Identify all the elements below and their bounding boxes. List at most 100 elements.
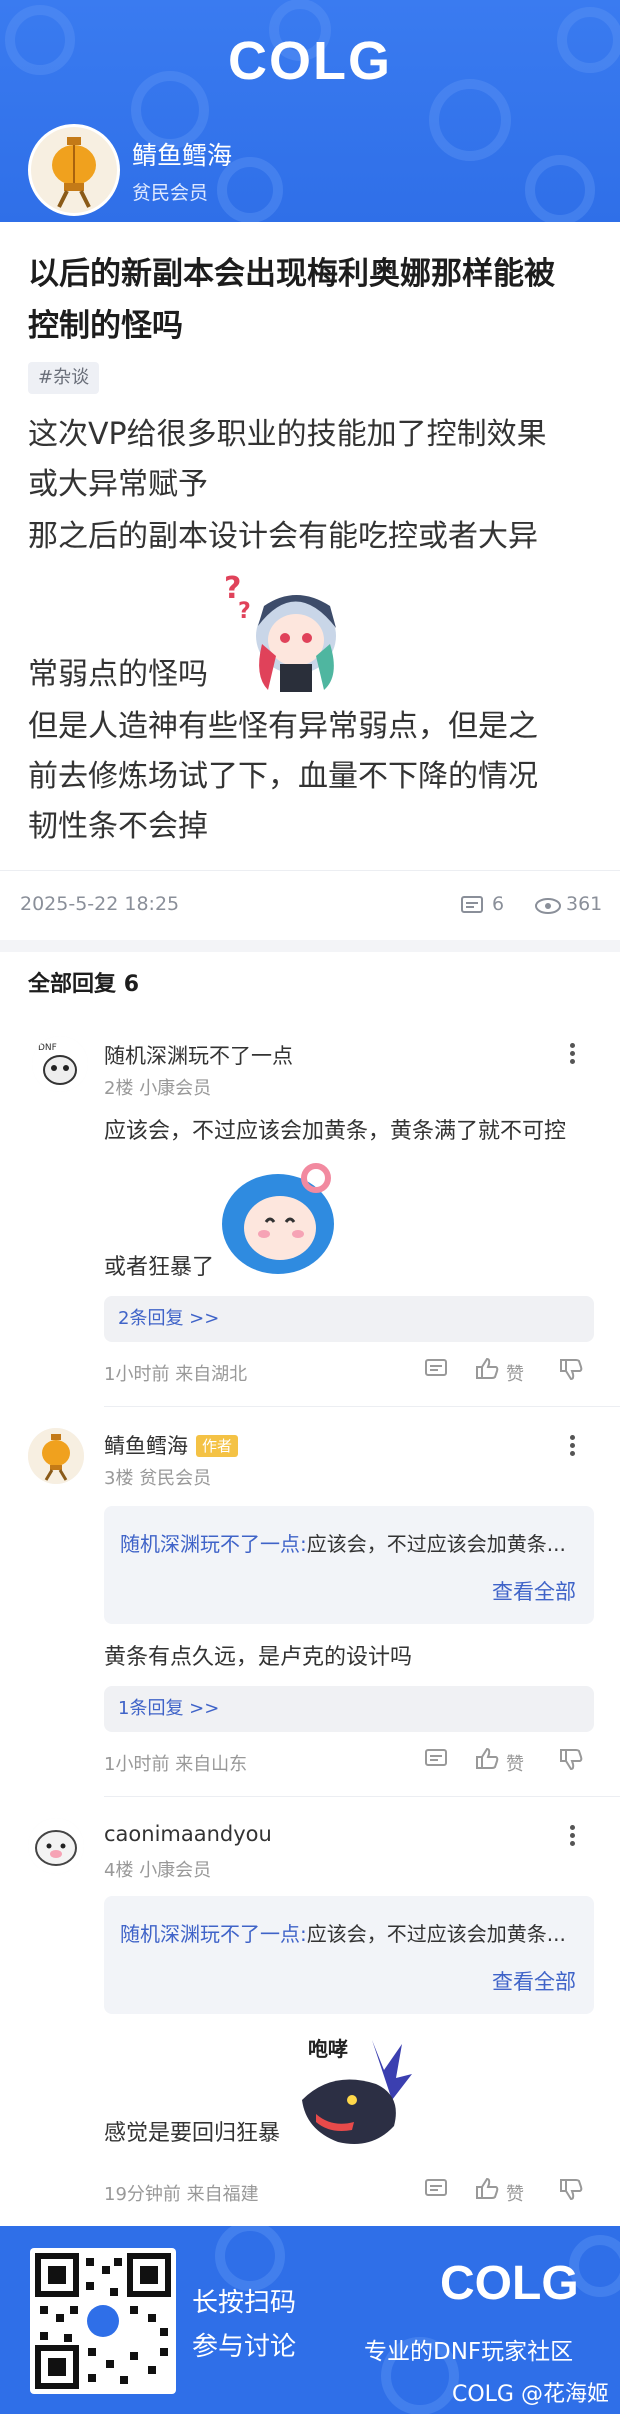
reply-time: 1小时前 (104, 1754, 170, 1775)
reply-author-name[interactable]: 随机深渊玩不了一点 (104, 1040, 293, 1070)
reply-level: 小康会员 (139, 1860, 212, 1881)
colg-logo: COLG (228, 31, 392, 91)
reply-meta: 19分钟前 来自福建 (104, 2180, 259, 2206)
replies-header: 全部回复 6 (28, 966, 139, 998)
author-avatar[interactable] (28, 124, 120, 216)
avatar[interactable] (28, 1818, 84, 1874)
like-label[interactable]: 赞 (506, 1360, 524, 1386)
reply-separator (104, 1406, 620, 1407)
sticker-caption: 咆哮 (308, 2037, 348, 2061)
reply-comment-icon[interactable] (424, 1748, 448, 1770)
post-body-line: 常弱点的怪吗 (28, 657, 208, 692)
quote-line: 随机深渊玩不了一点:应该会，不过应该会加黄条... (120, 1528, 580, 1557)
reply-level: 小康会员 (139, 1078, 212, 1099)
quote-author: 随机深渊玩不了一点: (120, 1922, 307, 1946)
reply-text: 黄条有点久远，是卢克的设计吗 (104, 1645, 413, 1670)
comment-count: 6 (492, 893, 505, 915)
quoted-reply[interactable]: 随机深渊玩不了一点:应该会，不过应该会加黄条... 查看全部 (104, 1506, 594, 1624)
reply-author-text: 鲭鱼鳕海 (104, 1434, 188, 1458)
thumbs-up-icon[interactable] (474, 1746, 500, 1770)
like-label[interactable]: 赞 (506, 2180, 524, 2206)
scan-hint: 长按扫码 (192, 2288, 297, 2318)
share-footer: 长按扫码 参与讨论 COLG 专业的DNF玩家社区 COLG @花海姬 (0, 2226, 620, 2414)
author-name[interactable]: 鲭鱼鳕海 (132, 136, 232, 172)
reply-floor-level: 3楼 贫民会员 (104, 1464, 211, 1490)
replies-label: 全部回复 (28, 972, 117, 997)
reply-floor: 3楼 (104, 1468, 134, 1489)
post-body-line: 那之后的副本设计会有能吃控或者大异 (28, 519, 538, 554)
svg-text:?: ? (238, 599, 251, 624)
quote-line: 随机深渊玩不了一点:应该会，不过应该会加黄条... (120, 1918, 580, 1947)
quote-text: 应该会，不过应该会加黄条... (306, 1532, 566, 1556)
reply-comment-icon[interactable] (424, 2178, 448, 2200)
post-title: 以后的新副本会出现梅利奥娜那样能被 控制的怪吗 (28, 248, 598, 352)
quoted-reply[interactable]: 随机深渊玩不了一点:应该会，不过应该会加黄条... 查看全部 (104, 1896, 594, 2014)
post-date: 2025-5-22 18:25 (20, 893, 180, 915)
svg-text:DNF: DNF (38, 1043, 57, 1053)
footer-logo: COLG (440, 2257, 579, 2310)
reply-location: 来自山东 (175, 1754, 248, 1775)
reply-level: 贫民会员 (139, 1468, 212, 1489)
reply-meta: 1小时前 来自湖北 (104, 1360, 247, 1386)
reply-text: 应该会，不过应该会加黄条，黄条满了就不可控 (104, 1119, 567, 1144)
author-badge: 作者 (196, 1435, 239, 1457)
view-icon (535, 898, 561, 914)
reply-author-name[interactable]: caonimaandyou (104, 1822, 272, 1846)
more-options-icon[interactable] (560, 1432, 584, 1462)
post-body-line: 这次VP给很多职业的技能加了控制效果 (28, 417, 547, 452)
view-count: 361 (566, 893, 603, 915)
reply-location: 来自福建 (186, 2184, 259, 2205)
post-title-line: 控制的怪吗 (28, 308, 183, 344)
view-all-link[interactable]: 查看全部 (492, 1966, 576, 1996)
post-title-line: 以后的新副本会出现梅利奥娜那样能被 (28, 256, 555, 292)
thumbs-down-icon[interactable] (558, 2178, 584, 2202)
thumbs-up-icon[interactable] (474, 1356, 500, 1380)
reply-text: 感觉是要回归狂暴 (104, 2121, 281, 2146)
post-meta: 2025-5-22 18:25 6 361 (0, 870, 620, 940)
lantern-avatar-icon (28, 1428, 84, 1484)
section-divider (0, 940, 620, 952)
quote-author: 随机深渊玩不了一点: (120, 1532, 307, 1556)
more-options-icon[interactable] (560, 1040, 584, 1070)
thumbs-down-icon[interactable] (558, 1748, 584, 1772)
panda-avatar-icon: DNF (32, 1036, 88, 1092)
lantern-avatar-icon (31, 127, 117, 213)
qr-code-icon (35, 2253, 171, 2389)
reply-location: 来自湖北 (175, 1364, 248, 1385)
author-level: 贫民会员 (132, 182, 209, 204)
sub-replies-link[interactable]: 2条回复 >> (104, 1296, 594, 1342)
like-label[interactable]: 赞 (506, 1750, 524, 1776)
reply-text: 或者狂暴了 (104, 1255, 215, 1280)
post-header: COLG 鲭鱼鳕海 贫民会员 (0, 0, 620, 222)
reply-floor: 2楼 (104, 1078, 134, 1099)
thumbs-up-icon[interactable] (474, 2176, 500, 2200)
post-body-line: 但是人造神有些怪有异常弱点，但是之 (28, 709, 538, 744)
reply-time: 1小时前 (104, 1364, 170, 1385)
comment-icon[interactable] (460, 895, 484, 917)
reply-floor-level: 4楼 小康会员 (104, 1856, 211, 1882)
avatar[interactable] (28, 1428, 84, 1484)
reply-time: 19分钟前 (104, 2184, 181, 2205)
watermark: COLG @花海姬 (452, 2382, 609, 2407)
reply-floor: 4楼 (104, 1860, 134, 1881)
replies-count: 6 (123, 972, 139, 997)
reply-author-name[interactable]: 鲭鱼鳕海 作者 (104, 1430, 239, 1460)
reply-comment-icon[interactable] (424, 1358, 448, 1380)
post-body-line: 前去修炼场试了下，血量不下降的情况 (28, 759, 538, 794)
discuss-hint: 参与讨论 (192, 2332, 297, 2362)
reply-floor-level: 2楼 小康会员 (104, 1074, 211, 1100)
reply-meta: 1小时前 来自山东 (104, 1750, 247, 1776)
sub-replies-link[interactable]: 1条回复 >> (104, 1686, 594, 1732)
thumbs-down-icon[interactable] (558, 1358, 584, 1382)
post-page: COLG 鲭鱼鳕海 贫民会员 以后的新副本会出现梅利奥娜那样能被 控制的怪吗 #… (0, 0, 620, 2414)
reply-separator (104, 1796, 620, 1797)
avatar[interactable]: DNF (32, 1036, 88, 1092)
view-all-link[interactable]: 查看全部 (492, 1576, 576, 1606)
more-options-icon[interactable] (560, 1822, 584, 1852)
post-body-line: 韧性条不会掉 (28, 809, 208, 844)
qr-code[interactable] (30, 2248, 176, 2394)
footer-slogan: 专业的DNF玩家社区 (364, 2339, 574, 2365)
post-body-line: 或大异常赋予 (28, 467, 208, 502)
quote-text: 应该会，不过应该会加黄条... (306, 1922, 566, 1946)
topic-tag[interactable]: #杂谈 (28, 362, 100, 394)
